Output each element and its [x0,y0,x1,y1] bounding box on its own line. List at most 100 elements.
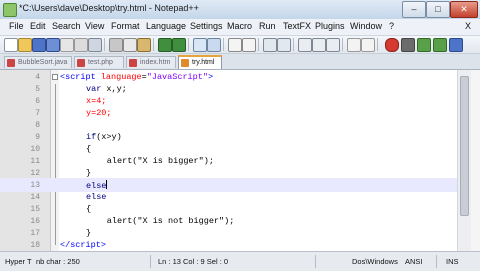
print-icon[interactable] [88,38,102,52]
window-title: *C:\Users\dave\Desktop\try.html - Notepa… [19,3,199,13]
status-cursor-position: Ln : 13 Col : 9 Sel : 0 [158,257,229,266]
toolbar-separator [223,38,224,51]
toolbar [0,36,480,54]
close-icon[interactable] [60,38,74,52]
fold-toggle-icon[interactable] [52,74,58,80]
replace-icon[interactable] [207,38,221,52]
close-all-icon[interactable] [74,38,88,52]
tab-bar: BubbleSort.java test.php index.htm try.h… [0,54,480,70]
close-document-button[interactable]: X [465,21,471,31]
play-macro-icon[interactable] [417,38,431,52]
stop-record-icon[interactable] [401,38,415,52]
menu-window[interactable]: Window [350,21,382,31]
tab-index-htm[interactable]: index.htm [126,56,176,68]
menu-format[interactable]: Format [111,21,140,31]
indent-guide-icon[interactable] [326,38,340,52]
menu-settings[interactable]: Settings [190,21,223,31]
find-icon[interactable] [193,38,207,52]
code-text: var x,y; [86,84,127,94]
save-all-icon[interactable] [46,38,60,52]
menu-view[interactable]: View [85,21,104,31]
line-number: 4 [35,73,40,82]
code-text: if(x>y) [86,132,122,142]
zoom-in-icon[interactable] [228,38,242,52]
menu-run[interactable]: Run [259,21,276,31]
paste-icon[interactable] [137,38,151,52]
toolbar-separator [377,38,378,51]
code-text: y=20; [86,108,112,118]
new-file-icon[interactable] [4,38,18,52]
status-eol: Dos\Windows [352,257,398,266]
menu-help[interactable]: ? [389,21,394,31]
status-encoding: ANSI [405,257,423,266]
zoom-out-icon[interactable] [242,38,256,52]
play-multiple-icon[interactable] [433,38,447,52]
code-text: else [86,192,107,202]
line-number: 18 [30,241,40,250]
side-panel [471,70,480,251]
code-text: alert("X is bigger"); [106,156,214,166]
menu-plugins[interactable]: Plugins [315,21,345,31]
line-number: 5 [35,85,40,94]
tab-label: test.php [88,59,113,66]
menu-edit[interactable]: Edit [30,21,46,31]
menu-file[interactable]: File [9,21,24,31]
cut-icon[interactable] [109,38,123,52]
toolbar-separator [293,38,294,51]
status-char-count: nb char : 250 [36,257,80,266]
sync-h-icon[interactable] [277,38,291,52]
open-file-icon[interactable] [18,38,32,52]
code-text: x=4; [86,96,107,106]
copy-icon[interactable] [123,38,137,52]
line-number: 15 [30,205,40,214]
code-text: { [86,204,92,214]
undo-icon[interactable] [158,38,172,52]
record-macro-icon[interactable] [385,38,399,52]
line-number: 9 [35,133,40,142]
file-modified-icon [7,59,15,67]
tab-try-html[interactable]: try.html [178,55,222,69]
close-window-button[interactable]: ✕ [450,1,478,18]
tab-label: try.html [192,59,215,66]
editor-area[interactable]: 4 <script language="JavaScript"> 5 var x,y;… [0,70,480,251]
scrollbar-thumb[interactable] [460,76,469,216]
toolbar-separator [188,38,189,51]
sync-v-icon[interactable] [263,38,277,52]
toolbar-separator [153,38,154,51]
line-number: 12 [30,169,40,178]
maximize-button[interactable]: □ [426,1,450,18]
title-bar: *C:\Users\dave\Desktop\try.html - Notepa… [0,0,480,19]
file-unsaved-icon [181,59,189,67]
tab-label: index.htm [140,59,171,66]
save-icon[interactable] [32,38,46,52]
line-number: 13 [30,181,40,190]
doc-map-icon[interactable] [347,38,361,52]
line-number: 10 [30,145,40,154]
menu-macro[interactable]: Macro [227,21,252,31]
line-number: 14 [30,193,40,202]
code-text: alert("X is not bigger"); [106,216,235,226]
status-file-type: Hyper T [5,257,32,266]
code-line[interactable]: 18 </script> [0,238,457,252]
line-number: 16 [30,217,40,226]
menu-textfx[interactable]: TextFX [283,21,311,31]
tab-test-php[interactable]: test.php [74,56,124,68]
text-caret [106,180,108,189]
all-chars-icon[interactable] [312,38,326,52]
code-text: </script> [60,240,106,250]
word-wrap-icon[interactable] [298,38,312,52]
code-text: <script language="JavaScript"> [60,72,214,82]
tab-bubblesort-java[interactable]: BubbleSort.java [4,56,72,68]
status-separator [315,255,316,268]
toolbar-separator [104,38,105,51]
vertical-scrollbar[interactable] [457,70,471,251]
toolbar-separator [258,38,259,51]
function-list-icon[interactable] [361,38,375,52]
redo-icon[interactable] [172,38,186,52]
menu-search[interactable]: Search [52,21,81,31]
save-macro-icon[interactable] [449,38,463,52]
menu-language[interactable]: Language [146,21,186,31]
line-number: 6 [35,97,40,106]
minimize-button[interactable]: – [402,1,426,18]
status-separator [436,255,437,268]
